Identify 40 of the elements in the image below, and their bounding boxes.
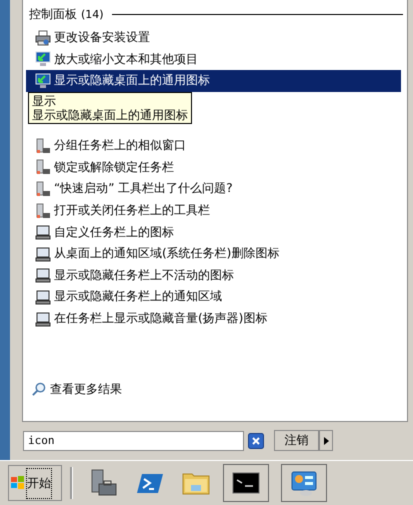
result-item[interactable]: 显示或隐藏任务栏上的通知区域 (26, 286, 401, 308)
search-icon (31, 382, 46, 397)
logoff-button[interactable]: 注销 (274, 430, 319, 451)
search-field[interactable]: icon (23, 430, 244, 450)
result-item[interactable]: 分组任务栏上的相似窗口 (26, 134, 401, 157)
logoff-options-button[interactable] (319, 430, 333, 451)
printer-icon (35, 30, 51, 46)
tooltip-text: 显示或隐藏桌面上的通用图标 (32, 108, 188, 122)
result-item[interactable]: 放大或缩小文本和其他项目 (26, 48, 401, 70)
result-item[interactable]: 显示或隐藏任务栏上不活动的图标 (26, 264, 401, 286)
server-toolbox-icon[interactable] (89, 468, 119, 498)
tooltip-title: 显示 (32, 94, 56, 108)
group-count: (14) (81, 8, 104, 21)
caret-icon (324, 436, 328, 444)
result-item[interactable]: 从桌面上的通知区域(系统任务栏)删除图标 (26, 242, 401, 265)
start-button[interactable]: 开始 (8, 465, 62, 501)
result-item[interactable]: 显示或隐藏桌面上的通用图标 (26, 70, 401, 92)
more-results-link[interactable]: 查看更多结果 (31, 381, 122, 398)
result-item[interactable]: 锁定或解除锁定任务栏 (26, 156, 401, 178)
computer-icon (35, 180, 51, 197)
computer-icon (35, 202, 51, 219)
monitor-icon (35, 72, 51, 89)
laptop-icon (35, 267, 51, 284)
command-prompt-button[interactable] (223, 464, 269, 502)
result-item[interactable]: 更改设备安装设置 (26, 27, 401, 49)
computer-icon (35, 159, 51, 176)
laptop-icon (35, 288, 51, 305)
result-item[interactable]: 在任务栏上显示或隐藏音量(扬声器)图标 (26, 308, 401, 330)
windows-logo-icon (11, 476, 25, 490)
group-title: 控制面板 (29, 6, 77, 23)
computer-icon (35, 138, 51, 154)
laptop-icon (35, 310, 51, 327)
clear-button[interactable] (248, 432, 264, 448)
monitor-icon (35, 51, 51, 68)
result-item[interactable]: 自定义任务栏上的图标 (26, 221, 401, 243)
result-item[interactable]: 打开或关闭任务栏上的工具栏 (26, 200, 401, 222)
result-item[interactable]: “快速启动” 工具栏出了什么问题? (26, 178, 401, 200)
server-manager-button[interactable] (281, 464, 327, 502)
laptop-icon (35, 246, 51, 262)
laptop-icon (35, 224, 51, 240)
